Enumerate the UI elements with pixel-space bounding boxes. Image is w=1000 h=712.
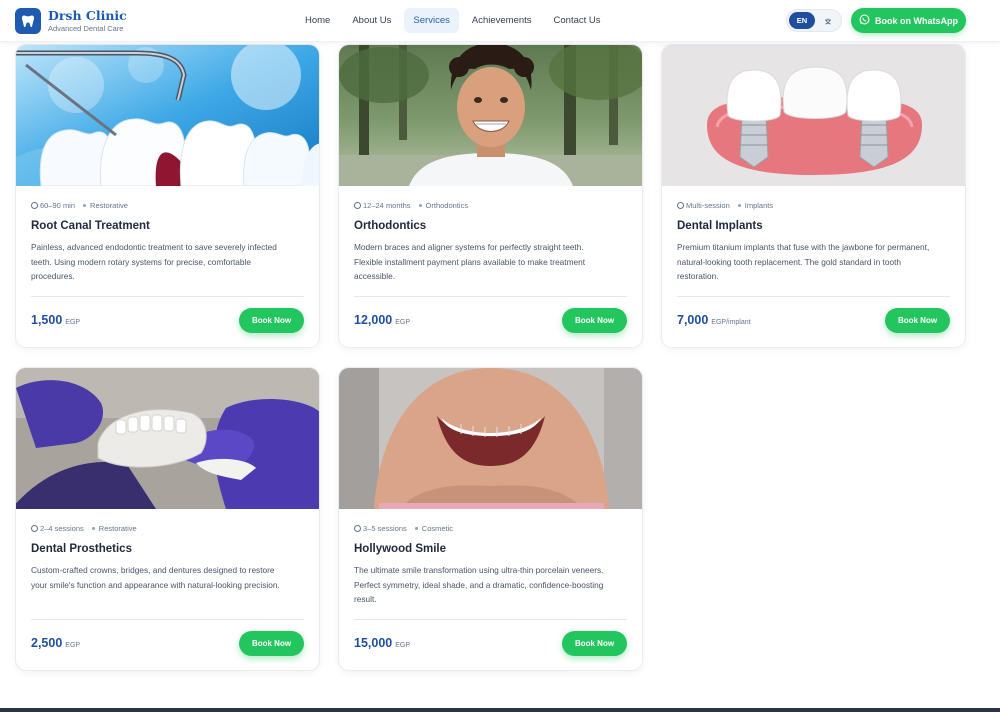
service-meta: 2–4 sessions Restorative	[31, 524, 137, 533]
root-canal-image	[16, 45, 319, 186]
clock-icon	[354, 202, 361, 209]
card-divider	[354, 296, 627, 297]
service-category: Implants	[744, 201, 774, 210]
category-dot-icon	[83, 204, 87, 207]
service-description: Custom-crafted crowns, bridges, and dent…	[31, 565, 280, 590]
dental-prosthetics-image	[16, 368, 319, 509]
service-description: Premium titanium implants that fuse with…	[677, 242, 930, 281]
price-unit: EGP	[395, 319, 411, 326]
service-meta: Multi-session Implants	[677, 201, 773, 210]
book-on-whatsapp-button[interactable]: Book on WhatsApp	[851, 8, 966, 33]
book-now-button[interactable]: Book Now	[239, 631, 304, 656]
brand-name: Drsh Clinic	[48, 8, 127, 23]
service-duration: 2–4 sessions	[40, 524, 84, 533]
service-category: Restorative	[90, 201, 128, 210]
card-divider	[31, 619, 304, 620]
service-card-orthodontics: 12–24 months Orthodontics Orthodontics M…	[338, 44, 643, 348]
tooth-icon	[15, 8, 41, 34]
orthodontics-image	[339, 45, 642, 186]
service-card-root-canal: 60–90 min Restorative Root Canal Treatme…	[15, 44, 320, 348]
service-category: Orthodontics	[425, 201, 469, 210]
category-dot-icon	[91, 527, 95, 530]
clock-icon	[31, 525, 38, 532]
price-value: 15,000	[354, 636, 393, 650]
language-switcher[interactable]: EN	[786, 9, 842, 32]
price-unit: EGP	[65, 642, 81, 649]
service-duration: Multi-session	[686, 201, 730, 210]
price-unit: EGP/implant	[711, 319, 751, 326]
card-divider	[677, 296, 950, 297]
service-meta: 3–5 sessions Cosmetic	[354, 524, 453, 533]
service-title: Hollywood Smile	[354, 543, 447, 555]
nav-item-achievements[interactable]: Achievements	[463, 8, 541, 33]
service-description: Painless, advanced endodontic treatment …	[31, 242, 277, 281]
brand-logo[interactable]: Drsh Clinic Advanced Dental Care	[15, 8, 127, 34]
book-now-button[interactable]: Book Now	[885, 308, 950, 333]
service-title: Root Canal Treatment	[31, 220, 150, 232]
price-value: 7,000	[677, 313, 709, 327]
service-description: Modern braces and aligner systems for pe…	[354, 242, 586, 281]
whatsapp-button-label: Book on WhatsApp	[875, 15, 958, 26]
language-current[interactable]: EN	[789, 12, 815, 29]
category-dot-icon	[414, 527, 418, 530]
service-duration: 3–5 sessions	[363, 524, 407, 533]
service-title: Dental Prosthetics	[31, 543, 132, 555]
service-category: Cosmetic	[421, 524, 454, 533]
service-price: 7,000 EGP/implant	[677, 313, 751, 327]
hollywood-smile-image	[339, 368, 642, 509]
service-price: 15,000 EGP	[354, 636, 410, 650]
clock-icon	[354, 525, 361, 532]
price-unit: EGP	[65, 319, 81, 326]
nav-item-home[interactable]: Home	[296, 8, 339, 33]
whatsapp-icon	[859, 14, 870, 27]
book-now-button[interactable]: Book Now	[562, 631, 627, 656]
service-card-hollywood-smile: 3–5 sessions Cosmetic Hollywood Smile Th…	[338, 367, 643, 671]
service-duration: 60–90 min	[40, 201, 76, 210]
book-now-button[interactable]: Book Now	[239, 308, 304, 333]
card-divider	[31, 296, 304, 297]
service-description: The ultimate smile transformation using …	[354, 565, 604, 604]
main-nav: Home About Us Services Achievements Cont…	[296, 8, 610, 33]
price-value: 2,500	[31, 636, 63, 650]
service-title: Dental Implants	[677, 220, 763, 232]
nav-item-services[interactable]: Services	[404, 8, 459, 33]
brand-tagline: Advanced Dental Care	[48, 23, 124, 33]
nav-item-about-us[interactable]: About Us	[343, 8, 400, 33]
service-category: Restorative	[98, 524, 137, 533]
site-header: Drsh Clinic Advanced Dental Care Home Ab…	[0, 0, 1000, 42]
service-meta: 12–24 months Orthodontics	[354, 201, 468, 210]
translate-icon[interactable]	[822, 14, 834, 28]
price-unit: EGP	[395, 642, 411, 649]
service-price: 1,500 EGP	[31, 313, 80, 327]
price-value: 12,000	[354, 313, 393, 327]
category-dot-icon	[737, 204, 741, 207]
clock-icon	[31, 202, 38, 209]
footer-edge	[0, 708, 1000, 712]
clock-icon	[677, 202, 684, 209]
service-meta: 60–90 min Restorative	[31, 201, 128, 210]
service-price: 2,500 EGP	[31, 636, 80, 650]
book-now-button[interactable]: Book Now	[562, 308, 627, 333]
service-price: 12,000 EGP	[354, 313, 410, 327]
card-divider	[354, 619, 627, 620]
service-duration: 12–24 months	[363, 201, 411, 210]
price-value: 1,500	[31, 313, 63, 327]
service-card-dental-prosthetics: 2–4 sessions Restorative Dental Prosthet…	[15, 367, 320, 671]
service-card-dental-implants: Multi-session Implants Dental Implants P…	[661, 44, 966, 348]
nav-item-contact-us[interactable]: Contact Us	[545, 8, 610, 33]
service-title: Orthodontics	[354, 220, 427, 232]
dental-implants-image	[662, 45, 965, 186]
category-dot-icon	[418, 204, 422, 207]
